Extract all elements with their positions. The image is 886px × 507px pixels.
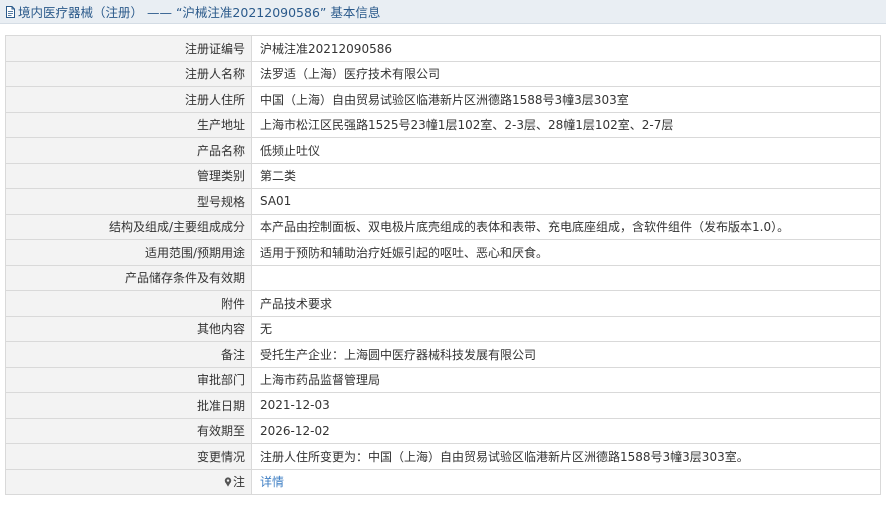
row-value: SA01	[251, 188, 881, 215]
row-label: 适用范围/预期用途	[5, 239, 252, 266]
row-label: 型号规格	[5, 188, 252, 215]
row-value: 法罗适（上海）医疗技术有限公司	[251, 60, 881, 87]
row-value: 适用于预防和辅助治疗妊娠引起的呕吐、恶心和厌食。	[251, 239, 881, 266]
row-value: 上海市药品监督管理局	[251, 366, 881, 393]
row-value: 注册人住所变更为：中国（上海）自由贸易试验区临港新片区洲德路1588号3幢3层3…	[251, 443, 881, 470]
row-label: 产品名称	[5, 137, 252, 164]
table-row: 生产地址 上海市松江区民强路1525号23幢1层102室、2-3层、28幢1层1…	[5, 111, 881, 138]
table-row: 备注 受托生产企业：上海圆中医疗器械科技发展有限公司	[5, 341, 881, 368]
page-title: 境内医疗器械（注册） —— “沪械注准20212090586” 基本信息	[18, 5, 381, 20]
note-row: 注 详情	[5, 468, 881, 495]
row-label: 备注	[5, 341, 252, 368]
row-label: 变更情况	[5, 443, 252, 470]
row-label: 附件	[5, 290, 252, 317]
row-label: 注册证编号	[5, 35, 252, 62]
row-value: 2021-12-03	[251, 392, 881, 419]
table-row: 审批部门 上海市药品监督管理局	[5, 366, 881, 393]
table-row: 注册证编号 沪械注准20212090586	[5, 35, 881, 62]
row-label: 结构及组成/主要组成成分	[5, 213, 252, 240]
table-row: 附件 产品技术要求	[5, 290, 881, 317]
row-value: 第二类	[251, 162, 881, 189]
page-title-bar: 境内医疗器械（注册） —— “沪械注准20212090586” 基本信息	[0, 0, 886, 24]
row-value: 产品技术要求	[251, 290, 881, 317]
note-label-cell: 注	[5, 468, 252, 495]
table-row: 产品储存条件及有效期	[5, 264, 881, 291]
row-value	[251, 264, 881, 291]
table-row: 其他内容 无	[5, 315, 881, 342]
row-label: 生产地址	[5, 111, 252, 138]
note-label: 注	[232, 475, 245, 490]
table-row: 产品名称 低频止吐仪	[5, 137, 881, 164]
row-value: 低频止吐仪	[251, 137, 881, 164]
row-value: 沪械注准20212090586	[251, 35, 881, 62]
row-label: 注册人住所	[5, 86, 252, 113]
document-icon	[5, 5, 16, 18]
table-row: 批准日期 2021-12-03	[5, 392, 881, 419]
row-value: 上海市松江区民强路1525号23幢1层102室、2-3层、28幢1层102室、2…	[251, 111, 881, 138]
row-label: 批准日期	[5, 392, 252, 419]
table-row: 有效期至 2026-12-02	[5, 417, 881, 444]
row-label: 有效期至	[5, 417, 252, 444]
registration-info-table: 注册证编号 沪械注准20212090586 注册人名称 法罗适（上海）医疗技术有…	[5, 35, 881, 495]
row-label: 产品储存条件及有效期	[5, 264, 252, 291]
table-row: 变更情况 注册人住所变更为：中国（上海）自由贸易试验区临港新片区洲德路1588号…	[5, 443, 881, 470]
row-label: 管理类别	[5, 162, 252, 189]
table-row: 型号规格 SA01	[5, 188, 881, 215]
table-row: 适用范围/预期用途 适用于预防和辅助治疗妊娠引起的呕吐、恶心和厌食。	[5, 239, 881, 266]
table-row: 结构及组成/主要组成成分 本产品由控制面板、双电极片底壳组成的表体和表带、充电底…	[5, 213, 881, 240]
row-value: 本产品由控制面板、双电极片底壳组成的表体和表带、充电底座组成，含软件组件（发布版…	[251, 213, 881, 240]
pin-icon	[224, 476, 232, 487]
row-value: 无	[251, 315, 881, 342]
details-link[interactable]: 详情	[251, 468, 881, 495]
row-value: 受托生产企业：上海圆中医疗器械科技发展有限公司	[251, 341, 881, 368]
table-row: 管理类别 第二类	[5, 162, 881, 189]
row-value: 2026-12-02	[251, 417, 881, 444]
table-row: 注册人名称 法罗适（上海）医疗技术有限公司	[5, 60, 881, 87]
table-row: 注册人住所 中国（上海）自由贸易试验区临港新片区洲德路1588号3幢3层303室	[5, 86, 881, 113]
row-value: 中国（上海）自由贸易试验区临港新片区洲德路1588号3幢3层303室	[251, 86, 881, 113]
row-label: 注册人名称	[5, 60, 252, 87]
row-label: 其他内容	[5, 315, 252, 342]
row-label: 审批部门	[5, 366, 252, 393]
